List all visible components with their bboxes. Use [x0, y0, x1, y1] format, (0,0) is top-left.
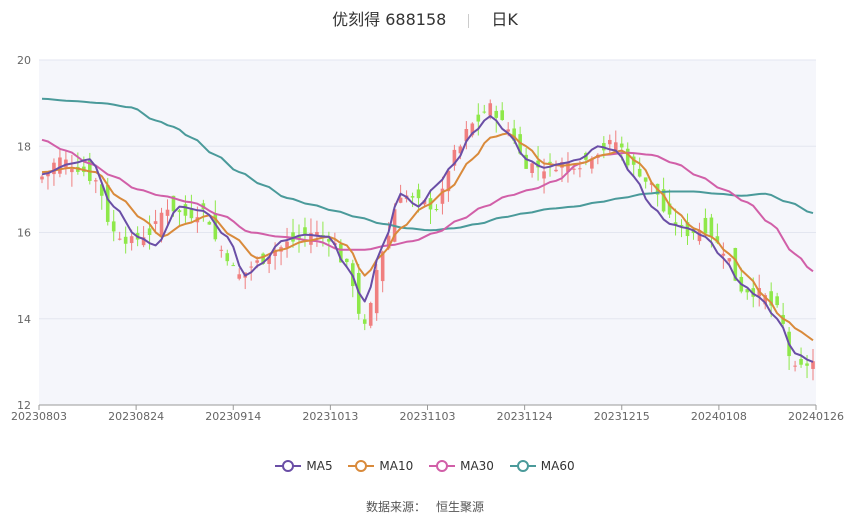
candle-body [374, 270, 379, 314]
candle-body [799, 359, 803, 365]
x-tick-label: 20230824 [108, 410, 164, 423]
candle-body [303, 227, 307, 235]
source-provider: 恒生聚源 [436, 500, 485, 514]
y-tick-label: 16 [17, 227, 31, 240]
candle-body [578, 168, 582, 170]
candle-body [805, 363, 809, 366]
candle-body [105, 185, 110, 222]
candle-body [619, 143, 624, 148]
candle-body [410, 196, 415, 198]
candle-body [476, 114, 481, 122]
candle-body [721, 253, 726, 256]
x-tick-label: 20240126 [788, 410, 844, 423]
candle-body [793, 365, 797, 367]
y-tick-label: 20 [17, 54, 31, 67]
candle-body [608, 139, 612, 145]
y-tick-label: 18 [17, 140, 31, 153]
candle-body [153, 221, 158, 224]
ma5-legend-icon [275, 460, 302, 472]
legend-item-ma10[interactable]: MA10 [348, 459, 413, 473]
candle-body [727, 258, 732, 262]
candle-body [637, 168, 642, 177]
candle-body [165, 209, 170, 216]
x-tick-label: 20231103 [400, 410, 456, 423]
candle-body [225, 253, 230, 262]
source-label: 数据来源： [365, 500, 426, 514]
candle-body [548, 161, 552, 163]
candle-body [368, 303, 373, 326]
ma30-legend-icon [429, 460, 456, 472]
candle-body [530, 163, 534, 174]
candle-body [52, 162, 56, 175]
candle-body [362, 319, 367, 324]
data-source: 数据来源： 恒生聚源 [0, 498, 850, 515]
candle-body [58, 157, 62, 174]
candle-body [542, 171, 546, 179]
ma10-legend-icon [348, 460, 375, 472]
candle-body [159, 212, 164, 238]
candle-body [93, 180, 98, 182]
candle-body [572, 168, 576, 170]
candle-body [117, 238, 122, 240]
x-tick-label: 20231124 [497, 410, 553, 423]
candle-body [416, 189, 421, 199]
candle-body [237, 274, 242, 279]
legend[interactable]: MA5 MA10 MA30 MA60 [0, 459, 850, 476]
candle-body [703, 217, 708, 234]
candle-body [231, 265, 236, 267]
candle-body [434, 209, 439, 211]
candle-body [207, 221, 212, 225]
candle-body [494, 110, 499, 118]
x-tick-label: 20240108 [691, 410, 747, 423]
candle-body [70, 169, 74, 173]
ma60-legend-icon [509, 460, 536, 472]
candle-body [40, 176, 44, 180]
x-tick-label: 20231013 [302, 410, 358, 423]
candle-body [482, 111, 487, 113]
candle-body [345, 258, 349, 263]
candle-body [643, 177, 648, 182]
candle-body [500, 110, 505, 121]
candle-body [775, 296, 779, 306]
candle-body [177, 210, 182, 213]
legend-label-ma10: MA10 [379, 459, 414, 473]
candle-body [255, 260, 259, 263]
legend-label-ma60: MA60 [540, 459, 575, 473]
x-tick-label: 20231215 [594, 410, 650, 423]
x-tick-label: 20230803 [11, 410, 67, 423]
candle-body [613, 142, 618, 151]
candle-body [147, 228, 152, 235]
candle-body [123, 236, 128, 244]
candle-body [554, 169, 558, 172]
candle-body [249, 266, 253, 268]
legend-item-ma60[interactable]: MA60 [509, 459, 575, 473]
candle-body [219, 249, 224, 251]
legend-item-ma5[interactable]: MA5 [275, 459, 333, 473]
candle-body [709, 217, 714, 237]
legend-label-ma30: MA30 [460, 459, 494, 473]
candle-body [488, 103, 493, 116]
x-tick-label: 20230914 [205, 410, 261, 423]
candle-body [111, 221, 116, 232]
candlestick-chart: 121416182020230803 20230824 20230914 202310… [11, 54, 844, 423]
candle-body [183, 204, 188, 216]
y-tick-label: 14 [17, 313, 31, 326]
candle-body [129, 236, 134, 244]
legend-label-ma5: MA5 [306, 459, 333, 473]
legend-item-ma30[interactable]: MA30 [429, 459, 494, 473]
candle-body [625, 148, 630, 166]
